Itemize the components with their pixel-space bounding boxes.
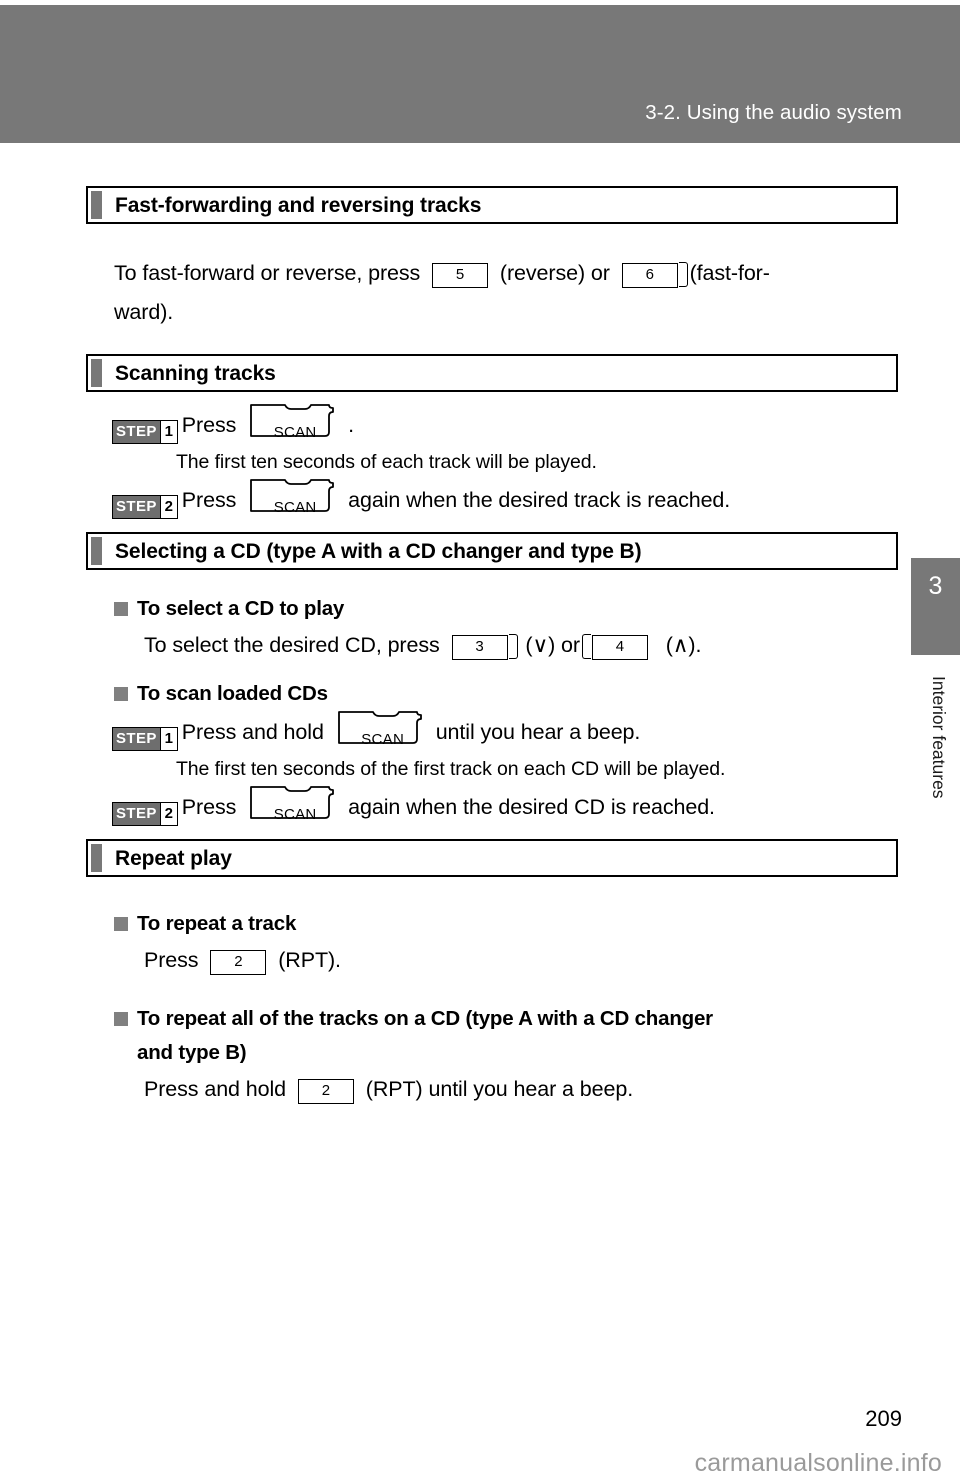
step-line-scan-cd-2: STEP 2 Press SCAN again when the desired… <box>86 786 898 827</box>
section-title: Repeat play <box>115 846 232 870</box>
note-scan-cd-1: The first ten seconds of the first track… <box>176 758 726 780</box>
subheading-repeat-all-tracks: To repeat all of the tracks on a CD (typ… <box>86 1002 898 1070</box>
page-content: Fast-forwarding and reversing tracks To … <box>86 186 898 1109</box>
text-run: Press <box>144 948 199 972</box>
scan-button-callout: SCAN <box>249 786 341 823</box>
step-badge-word: STEP <box>113 727 160 750</box>
text-run: . <box>348 413 354 437</box>
text-run: To fast-forward or reverse, press <box>114 261 421 285</box>
text-run: (∨) or <box>525 633 580 657</box>
scan-button-callout: SCAN <box>249 479 341 516</box>
step-badge-word: STEP <box>113 802 160 825</box>
scan-button-callout: SCAN <box>249 404 341 441</box>
text-run: again when the desired CD is reached. <box>348 795 715 819</box>
subheading-label: To repeat a track <box>137 912 297 935</box>
site-watermark: carmanualsonline.info <box>694 1449 942 1477</box>
subheading-scan-loaded-cds: To scan loaded CDs <box>86 677 898 711</box>
step-badge-1: STEP 1 <box>112 726 178 751</box>
section-header-selecting-cd: Selecting a CD (type A with a CD changer… <box>86 532 898 570</box>
section-title: Scanning tracks <box>115 361 276 385</box>
section-accent-bar <box>91 191 102 219</box>
step-badge-2: STEP 2 <box>112 494 178 519</box>
key-callout-2: 2 <box>297 1079 354 1104</box>
square-bullet-icon <box>114 917 128 931</box>
text-run: until you hear a beep. <box>435 720 641 744</box>
subheading-label-wrap: To repeat all of the tracks on a CD (typ… <box>137 1002 713 1070</box>
note-scan-1: The first ten seconds of each track will… <box>176 451 597 473</box>
square-bullet-icon <box>114 602 128 616</box>
step-badge-word: STEP <box>113 420 160 443</box>
step-line-scan-cd-1: STEP 1 Press and hold SCAN until you hea… <box>86 711 898 752</box>
text-run: (reverse) or <box>499 261 610 285</box>
text-run: (fast-for- <box>689 261 770 285</box>
step-badge-number: 2 <box>159 495 177 518</box>
paragraph-fast-forward: To fast-forward or reverse, press 5 (rev… <box>86 254 898 332</box>
step-badge-number: 1 <box>159 727 177 750</box>
text-run: Press <box>181 488 237 512</box>
text-run: To select the desired CD, press <box>144 633 440 657</box>
step-badge-2: STEP 2 <box>112 801 178 826</box>
paragraph-repeat-all: Press and hold 2 (RPT) until you hear a … <box>86 1070 898 1109</box>
subheading-label: To select a CD to play <box>137 597 345 620</box>
step-badge-word: STEP <box>113 495 160 518</box>
key-callout-4: 4 <box>581 634 648 660</box>
text-run: (RPT) until you hear a beep. <box>365 1077 634 1101</box>
text-run: Press <box>181 413 237 437</box>
square-bullet-icon <box>114 687 128 701</box>
section-header-repeat-play: Repeat play <box>86 839 898 877</box>
section-accent-bar <box>91 359 102 387</box>
step-badge-number: 2 <box>159 802 177 825</box>
text-run: (∧). <box>665 633 702 657</box>
section-header-fast-forwarding: Fast-forwarding and reversing tracks <box>86 186 898 224</box>
key-callout-6: 6 <box>621 262 688 288</box>
chapter-name-label: Interior features <box>929 676 949 799</box>
text-run: ward). <box>114 300 174 324</box>
step-badge-number: 1 <box>159 420 177 443</box>
subheading-repeat-track: To repeat a track <box>86 907 898 941</box>
square-bullet-icon <box>114 1012 128 1026</box>
section-header-scanning-tracks: Scanning tracks <box>86 354 898 392</box>
scan-button-callout: SCAN <box>337 711 429 748</box>
step-line-scan-1: STEP 1 Press SCAN . <box>86 404 898 445</box>
scan-button-label: SCAN <box>361 731 405 748</box>
text-run: Press and hold <box>144 1077 287 1101</box>
subheading-label: To scan loaded CDs <box>137 682 328 705</box>
scan-button-label: SCAN <box>273 806 317 823</box>
page-number: 209 <box>865 1406 902 1431</box>
chapter-number: 3 <box>928 572 943 600</box>
subheading-line-1: To repeat all of the tracks on a CD (typ… <box>137 1007 713 1030</box>
page-header-title: 3-2. Using the audio system <box>645 101 902 124</box>
text-run: again when the desired track is reached. <box>348 488 731 512</box>
chapter-name-vertical: Interior features <box>911 676 960 799</box>
key-callout-5: 5 <box>432 263 489 288</box>
step-line-scan-2: STEP 2 Press SCAN again when the desired… <box>86 479 898 520</box>
step-badge-1: STEP 1 <box>112 419 178 444</box>
section-accent-bar <box>91 537 102 565</box>
scan-button-label: SCAN <box>273 424 317 441</box>
subheading-select-cd-to-play: To select a CD to play <box>86 592 898 626</box>
paragraph-repeat-track: Press 2 (RPT). <box>86 941 898 980</box>
subheading-line-2: and type B) <box>137 1041 247 1064</box>
paragraph-select-cd: To select the desired CD, press 3 (∨) or… <box>86 626 898 665</box>
scan-button-label: SCAN <box>273 499 317 516</box>
section-title: Fast-forwarding and reversing tracks <box>115 193 482 217</box>
text-run: (RPT). <box>278 948 341 972</box>
chapter-tab: 3 <box>911 558 960 655</box>
key-callout-2: 2 <box>210 950 267 975</box>
page-header-band: 3-2. Using the audio system <box>0 5 960 143</box>
section-accent-bar <box>91 844 102 872</box>
key-callout-3: 3 <box>451 634 518 660</box>
text-run: Press <box>181 795 237 819</box>
text-run: Press and hold <box>181 720 324 744</box>
section-title: Selecting a CD (type A with a CD changer… <box>115 539 642 563</box>
